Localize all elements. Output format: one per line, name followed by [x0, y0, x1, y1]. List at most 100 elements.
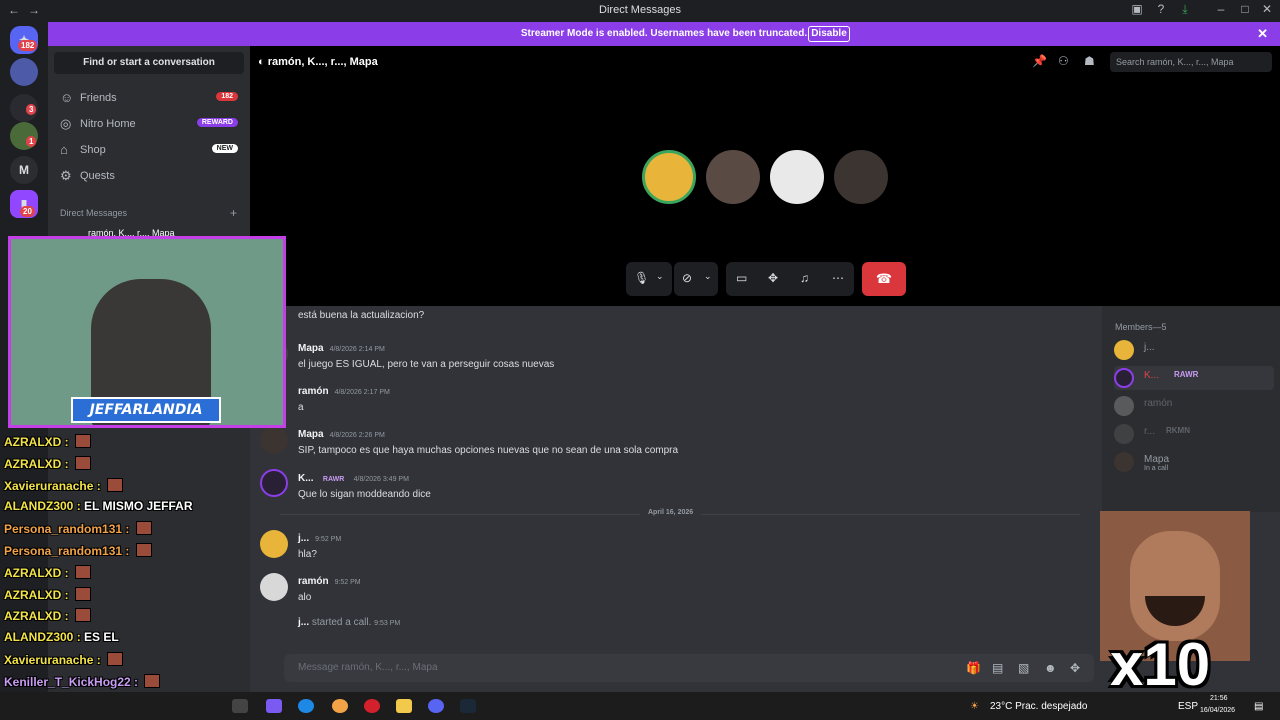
apps-icon[interactable]: ✥	[1070, 661, 1080, 675]
disconnect-call-button[interactable]: ☎	[862, 262, 906, 296]
gif-icon[interactable]: ▤	[992, 661, 1003, 675]
emoji-icon[interactable]: ☻	[1044, 661, 1057, 675]
banner-close-icon[interactable]: ✕	[1257, 26, 1268, 42]
add-friend-icon[interactable]: ⚇	[1058, 54, 1069, 68]
chat-message: EL MISMO JEFFAR	[84, 499, 193, 514]
member-item[interactable]: j...	[1114, 338, 1274, 362]
new-badge: NEW	[211, 144, 238, 153]
stream-chat-overlay: AZRALXD : AZRALXD : Xavieruranache : ALA…	[0, 434, 280, 711]
chat-separator: :	[61, 435, 72, 449]
member-item[interactable]: ramón	[1114, 394, 1274, 418]
member-name: r...	[1144, 426, 1156, 437]
chat-line: Xavieruranache :	[4, 477, 124, 493]
message-author[interactable]: j...	[298, 533, 309, 544]
sidebar-item-shop[interactable]: ⌂ Shop NEW	[54, 138, 244, 162]
chat-separator: :	[61, 609, 72, 624]
message: está buena la actualizacion?	[298, 310, 424, 321]
minimize-icon[interactable]: –	[1212, 2, 1230, 16]
message-text: hla?	[298, 549, 317, 560]
sidebar-item-label: Friends	[80, 92, 117, 104]
call-notice-user[interactable]: j...	[298, 617, 309, 628]
new-dm-icon[interactable]: +	[230, 206, 237, 220]
weather-text[interactable]: 23°C Prac. despejado	[990, 701, 1087, 712]
chat-username: Xavieruranache	[4, 478, 94, 493]
chat-line: Keniller_T_KickHog22 :	[4, 673, 161, 689]
message-text: alo	[298, 592, 312, 603]
chat-username: Persona_random131	[4, 544, 123, 558]
member-avatar	[1114, 368, 1134, 388]
notifications-icon[interactable]: ▤	[1254, 701, 1263, 712]
clock-time[interactable]: 21:56	[1210, 695, 1228, 702]
find-conversation-button[interactable]: Find or start a conversation	[54, 52, 244, 74]
message-author[interactable]: ramón	[298, 576, 329, 587]
shop-icon: ⌂	[60, 142, 68, 157]
message-author[interactable]: ramón	[298, 386, 329, 397]
screen-share-icon[interactable]: ▭	[736, 271, 747, 285]
sidebar-item-nitro[interactable]: ◎ Nitro Home REWARD	[54, 112, 244, 136]
participant-avatar[interactable]	[770, 150, 824, 204]
message: K... RAWR 4/8/2026 3:49 PM Que lo sigan …	[298, 470, 431, 500]
edge-icon[interactable]	[298, 699, 314, 713]
chat-line: AZRALXD :	[4, 434, 91, 449]
date-label: April 16, 2026	[640, 509, 702, 516]
message: Mapa 4/8/2026 2:14 PM el juego ES IGUAL, …	[298, 340, 554, 370]
friends-icon: ☺	[60, 90, 74, 105]
message-composer[interactable]: Message ramón, K..., r..., Mapa 🎁 ▤ ▧ ☻ …	[284, 654, 1094, 682]
friends-badge: 182	[216, 92, 238, 101]
participant-avatar[interactable]	[642, 150, 696, 204]
opera-icon[interactable]	[364, 699, 380, 713]
group-dm-icon: ◐	[258, 56, 268, 68]
message-input[interactable]: Message ramón, K..., r..., Mapa	[298, 662, 438, 673]
chrome-icon[interactable]	[332, 699, 348, 713]
task-view-icon[interactable]	[232, 699, 248, 713]
clock-date[interactable]: 16/04/2026	[1200, 707, 1235, 714]
maximize-icon[interactable]: □	[1236, 2, 1254, 16]
camera-button[interactable]: ⊘ ⌄	[674, 262, 718, 296]
steam-icon[interactable]	[460, 699, 476, 713]
activities-icon[interactable]: ✥	[768, 271, 778, 285]
call-title: ramón, K..., r..., Mapa	[267, 56, 378, 68]
message-text: a	[298, 402, 304, 413]
multiplier-text: x10	[1110, 631, 1211, 698]
more-options-icon[interactable]: ⋯	[832, 271, 844, 285]
close-window-icon[interactable]: ✕	[1258, 2, 1276, 16]
members-icon[interactable]: ☗	[1084, 54, 1095, 68]
sidebar-item-friends[interactable]: ☺ Friends 182	[54, 86, 244, 110]
message-timestamp: 9:52 PM	[334, 579, 361, 586]
search-input[interactable]: Search ramón, K..., r..., Mapa	[1110, 52, 1272, 72]
pin-icon[interactable]: 📌	[1032, 54, 1047, 68]
chat-separator: :	[122, 522, 133, 537]
copilot-icon[interactable]	[266, 699, 282, 713]
sidebar-item-quests[interactable]: ⚙ Quests	[54, 164, 244, 188]
member-avatar	[1114, 452, 1134, 472]
sticker-icon[interactable]: ▧	[1018, 661, 1029, 675]
participant-avatar[interactable]	[834, 150, 888, 204]
discord-taskbar-icon[interactable]	[428, 699, 444, 713]
message-timestamp: 4/8/2026 2:26 PM	[329, 432, 385, 439]
mute-button[interactable]: 🎙 ⌄	[626, 262, 672, 296]
chat-emote-icon	[75, 564, 91, 579]
member-tag: RKMN	[1166, 426, 1190, 435]
language-indicator[interactable]: ESP	[1178, 701, 1198, 712]
server-letter[interactable]: M	[10, 156, 38, 184]
chat-username: AZRALXD	[4, 609, 62, 624]
file-explorer-icon[interactable]	[396, 699, 412, 713]
message-timestamp: 9:52 PM	[315, 536, 342, 543]
member-item[interactable]: K... RAWR	[1114, 366, 1274, 390]
message-author[interactable]: Mapa	[298, 343, 324, 354]
gift-icon[interactable]: 🎁	[966, 661, 981, 675]
participant-avatar[interactable]	[706, 150, 760, 204]
message-author[interactable]: Mapa	[298, 429, 324, 440]
message-author[interactable]: K...	[298, 473, 314, 484]
disable-button[interactable]: Disable	[808, 26, 850, 42]
home-badge: 182	[18, 40, 38, 51]
member-item[interactable]: Mapa In a call	[1114, 450, 1274, 474]
chat-separator: :	[93, 478, 105, 493]
soundboard-icon[interactable]: ♫	[800, 271, 809, 285]
server-avatar[interactable]	[10, 58, 38, 86]
help-icon[interactable]: ?	[1152, 2, 1170, 16]
chat-username: Keniller_T_KickHog22	[4, 674, 131, 689]
member-item[interactable]: r... RKMN	[1114, 422, 1274, 446]
download-icon[interactable]: ⤓	[1176, 2, 1194, 17]
inbox-icon[interactable]: ▣	[1128, 2, 1146, 16]
